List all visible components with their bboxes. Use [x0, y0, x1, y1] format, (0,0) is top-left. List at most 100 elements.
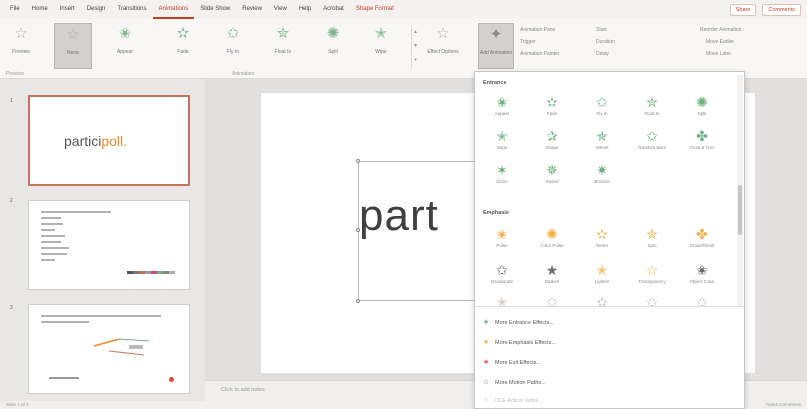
group-label-preview: Preview	[6, 71, 24, 77]
emphasis-spin[interactable]: ✮ Spin	[631, 226, 673, 248]
ole-action-icon: ✧	[483, 397, 489, 404]
tab-slide-show[interactable]: Slide Show	[194, 0, 236, 19]
float-in-star-icon: ✮	[276, 25, 290, 42]
tab-view[interactable]: View	[268, 0, 293, 19]
tab-file[interactable]: File	[4, 0, 26, 19]
emphasis-transparency[interactable]: ☆ Transparency	[631, 262, 673, 284]
emphasis-desaturate[interactable]: ✩ Desaturate	[481, 262, 523, 284]
entrance-fly-in[interactable]: ✩ Fly In	[581, 94, 623, 116]
swivel-star-icon: ✵	[546, 162, 558, 178]
reorder-label: Reorder Animation	[700, 27, 742, 33]
comments-button[interactable]: Comments	[762, 4, 801, 16]
resize-handle[interactable]	[356, 159, 360, 163]
effect-options-icon: ☆	[436, 25, 450, 42]
effect-split[interactable]: ✺ Split	[314, 23, 352, 69]
emphasis-lighten[interactable]: ✭ Lighten	[581, 262, 623, 284]
status-right[interactable]: Notes Comments	[766, 402, 801, 407]
wipe-star-icon: ✭	[496, 128, 508, 144]
entrance-bounce[interactable]: ✷ Bounce	[581, 162, 623, 184]
appear-star-icon: ✬	[118, 25, 132, 42]
effect-fly-in[interactable]: ✩ Fly In	[214, 23, 252, 69]
more-emphasis-effects[interactable]: ★ More Emphasis Effects...	[483, 338, 556, 346]
entrance-wipe[interactable]: ✭ Wipe	[481, 128, 523, 150]
effect-appear[interactable]: ✬ Appear	[106, 23, 144, 69]
slide-thumbnail-2[interactable]	[28, 200, 190, 290]
emphasis-teeter[interactable]: ✫ Teeter	[581, 226, 623, 248]
animation-pane-button[interactable]: Animation Pane	[520, 27, 555, 33]
darken-star-icon: ★	[545, 262, 559, 278]
split-star-icon: ✺	[326, 25, 340, 42]
fade-star-icon: ✫	[546, 94, 558, 110]
slide-title-text[interactable]: part	[359, 191, 439, 241]
delay-label: Delay	[596, 51, 609, 57]
ribbon: ☆ Preview ☆ None ✬ Appear ✫ Fade ✩ Fly I…	[0, 19, 807, 79]
emphasis-grow-shrink[interactable]: ✤ Grow/Shrink	[681, 226, 723, 248]
effect-float-in[interactable]: ✮ Float In	[264, 23, 302, 69]
emphasis-object-color[interactable]: ✬ Object Color	[681, 262, 723, 284]
emphasis-pulse[interactable]: ✬ Pulse	[481, 226, 523, 248]
tab-insert[interactable]: Insert	[54, 0, 81, 19]
effect-wipe[interactable]: ✭ Wipe	[362, 23, 400, 69]
entrance-float-in[interactable]: ✮ Float In	[631, 94, 673, 116]
more-motion-paths[interactable]: ☆ More Motion Paths...	[483, 378, 546, 386]
tab-shape-format[interactable]: Shape Format	[350, 0, 400, 19]
more-entrance-effects[interactable]: ★ More Entrance Effects...	[483, 318, 554, 326]
tab-acrobat[interactable]: Acrobat	[317, 0, 350, 19]
share-button[interactable]: Share	[729, 4, 757, 16]
group-label-animation: Animation	[232, 71, 255, 77]
entrance-zoom[interactable]: ✶ Zoom	[481, 162, 523, 184]
zoom-star-icon: ✶	[496, 162, 508, 178]
slide-2-color-swatches	[127, 271, 175, 274]
participoll-logo: participoll.	[64, 133, 128, 149]
emphasis-row-partial[interactable]: ✩	[531, 294, 573, 310]
add-animation-button[interactable]: ✦ Add Animation	[478, 23, 514, 69]
emphasis-row-partial[interactable]: ✩	[631, 294, 673, 310]
split-star-icon: ✺	[696, 94, 708, 110]
tab-animations[interactable]: Animations	[152, 0, 195, 19]
emphasis-row-partial[interactable]: ✫	[581, 294, 623, 310]
preview-button[interactable]: ☆ Preview	[2, 23, 40, 69]
animation-painter-button[interactable]: Animation Painter	[520, 51, 559, 57]
emphasis-row-partial[interactable]: ✩	[681, 294, 723, 310]
gallery-scrollbar-thumb[interactable]	[738, 185, 742, 235]
entrance-fade[interactable]: ✫ Fade	[531, 94, 573, 116]
tab-help[interactable]: Help	[293, 0, 317, 19]
tab-design[interactable]: Design	[81, 0, 112, 19]
ole-action-verbs[interactable]: ✧ OLE Action Verbs...	[483, 396, 543, 404]
move-earlier-button[interactable]: Move Earlier	[706, 39, 734, 45]
slide-3-diagram	[93, 338, 150, 356]
entrance-effect-icon: ★	[483, 319, 490, 326]
slide-thumbnail-1[interactable]: participoll.	[28, 95, 190, 186]
slide-number-3: 3	[10, 305, 13, 311]
more-exit-effects[interactable]: ★ More Exit Effects...	[483, 358, 541, 366]
appear-star-icon: ✬	[496, 94, 508, 110]
tab-transitions[interactable]: Transitions	[111, 0, 152, 19]
entrance-appear[interactable]: ✬ Appear	[481, 94, 523, 116]
entrance-grow-turn[interactable]: ✤ Grow & Turn	[681, 128, 723, 150]
entrance-shape[interactable]: ✰ Shape	[531, 128, 573, 150]
tab-home[interactable]: Home	[26, 0, 54, 19]
emphasis-darken[interactable]: ★ Darken	[531, 262, 573, 284]
entrance-heading: Entrance	[483, 80, 507, 86]
emphasis-row-partial[interactable]: ✭	[481, 294, 523, 310]
notes-placeholder: Click to add notes	[221, 387, 265, 393]
gallery-scrollbar[interactable]	[737, 75, 743, 307]
entrance-wheel[interactable]: ✯ Wheel	[581, 128, 623, 150]
gallery-scroll-arrows[interactable]: ▲ ▼ ▾	[411, 25, 419, 69]
emphasis-color-pulse[interactable]: ✺ Color Pulse	[531, 226, 573, 248]
trigger-button[interactable]: Trigger	[520, 39, 536, 45]
effect-fade[interactable]: ✫ Fade	[164, 23, 202, 69]
spin-star-icon: ✮	[646, 226, 658, 242]
tab-review[interactable]: Review	[236, 0, 268, 19]
effect-options-button[interactable]: ☆ Effect Options	[424, 23, 462, 69]
effect-none[interactable]: ☆ None	[54, 23, 92, 69]
entrance-swivel[interactable]: ✵ Swivel	[531, 162, 573, 184]
fly-in-star-icon: ✩	[596, 94, 608, 110]
entrance-random-bars[interactable]: ✩ Random Bars	[631, 128, 673, 150]
slide-3-dot	[169, 377, 174, 382]
entrance-split[interactable]: ✺ Split	[681, 94, 723, 116]
move-later-button[interactable]: Move Later	[706, 51, 731, 57]
slide-thumbnail-3[interactable]	[28, 304, 190, 394]
start-label: Start	[596, 27, 607, 33]
resize-handle[interactable]	[356, 299, 360, 303]
